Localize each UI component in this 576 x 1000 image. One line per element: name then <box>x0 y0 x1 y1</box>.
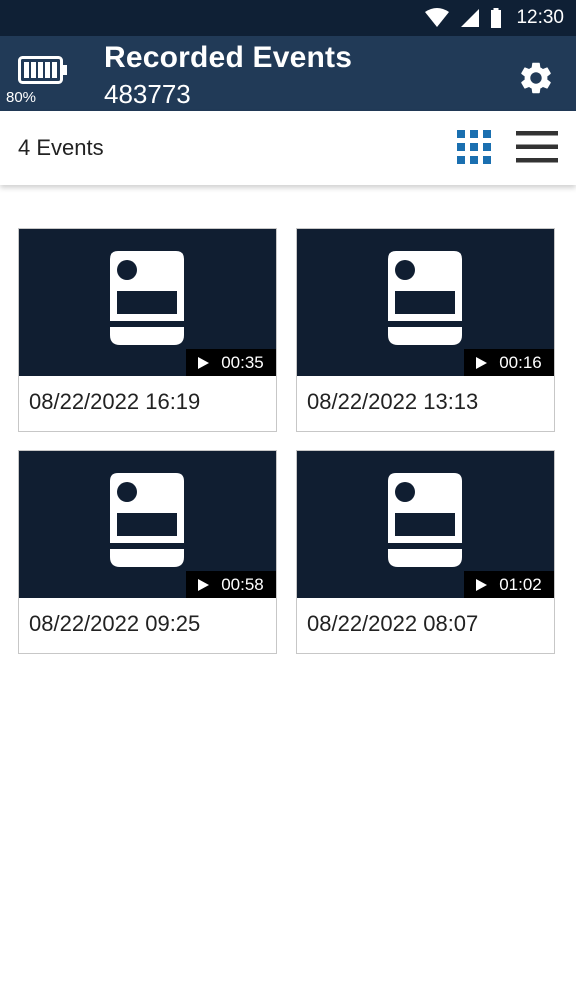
event-thumbnail: 00:16 <box>297 229 554 376</box>
play-icon <box>476 356 488 369</box>
battery-icon <box>18 56 67 84</box>
play-icon <box>198 578 210 591</box>
play-icon <box>198 356 210 369</box>
event-thumbnail: 00:58 <box>19 451 276 598</box>
event-thumbnail: 01:02 <box>297 451 554 598</box>
events-count: 4 Events <box>18 135 104 160</box>
event-date: 08/22/2022 13:13 <box>307 389 479 414</box>
duration-badge: 01:02 <box>464 571 554 598</box>
duration-badge: 00:58 <box>186 571 276 598</box>
duration-text: 00:35 <box>221 352 264 372</box>
body-camera-icon <box>110 251 184 345</box>
duration-text: 01:02 <box>499 574 542 594</box>
duration-text: 00:16 <box>499 352 542 372</box>
events-toolbar: 4 Events <box>0 111 576 185</box>
event-date: 08/22/2022 16:19 <box>29 389 201 414</box>
status-time: 12:30 <box>516 7 564 28</box>
device-id: 483773 <box>104 79 191 109</box>
duration-badge: 00:35 <box>186 349 276 376</box>
event-card[interactable]: 00:35 08/22/2022 16:19 <box>18 228 277 432</box>
cell-signal-icon <box>461 9 480 27</box>
list-view-button[interactable] <box>514 129 560 165</box>
event-thumbnail: 00:35 <box>19 229 276 376</box>
status-bar: 12:30 <box>0 0 576 36</box>
grid-view-button[interactable] <box>456 129 492 165</box>
battery-status-icon <box>491 8 502 28</box>
status-icons: 12:30 <box>424 0 564 36</box>
gear-icon <box>521 62 551 94</box>
list-icon <box>516 131 558 163</box>
grid-icon <box>457 130 491 164</box>
event-card[interactable]: 01:02 08/22/2022 08:07 <box>296 450 555 654</box>
duration-badge: 00:16 <box>464 349 554 376</box>
event-card[interactable]: 00:58 08/22/2022 09:25 <box>18 450 277 654</box>
event-card[interactable]: 00:16 08/22/2022 13:13 <box>296 228 555 432</box>
device-battery <box>18 56 68 88</box>
wifi-icon <box>425 8 450 27</box>
settings-button[interactable] <box>514 56 558 100</box>
app-bar: 80% Recorded Events 483773 <box>0 36 576 111</box>
battery-percent: 80% <box>6 89 37 106</box>
duration-text: 00:58 <box>221 574 264 594</box>
event-date: 08/22/2022 08:07 <box>307 611 479 636</box>
page-title: Recorded Events <box>104 41 353 74</box>
play-icon <box>476 578 488 591</box>
body-camera-icon <box>388 473 462 567</box>
event-date: 08/22/2022 09:25 <box>29 611 201 636</box>
body-camera-icon <box>388 251 462 345</box>
body-camera-icon <box>110 473 184 567</box>
